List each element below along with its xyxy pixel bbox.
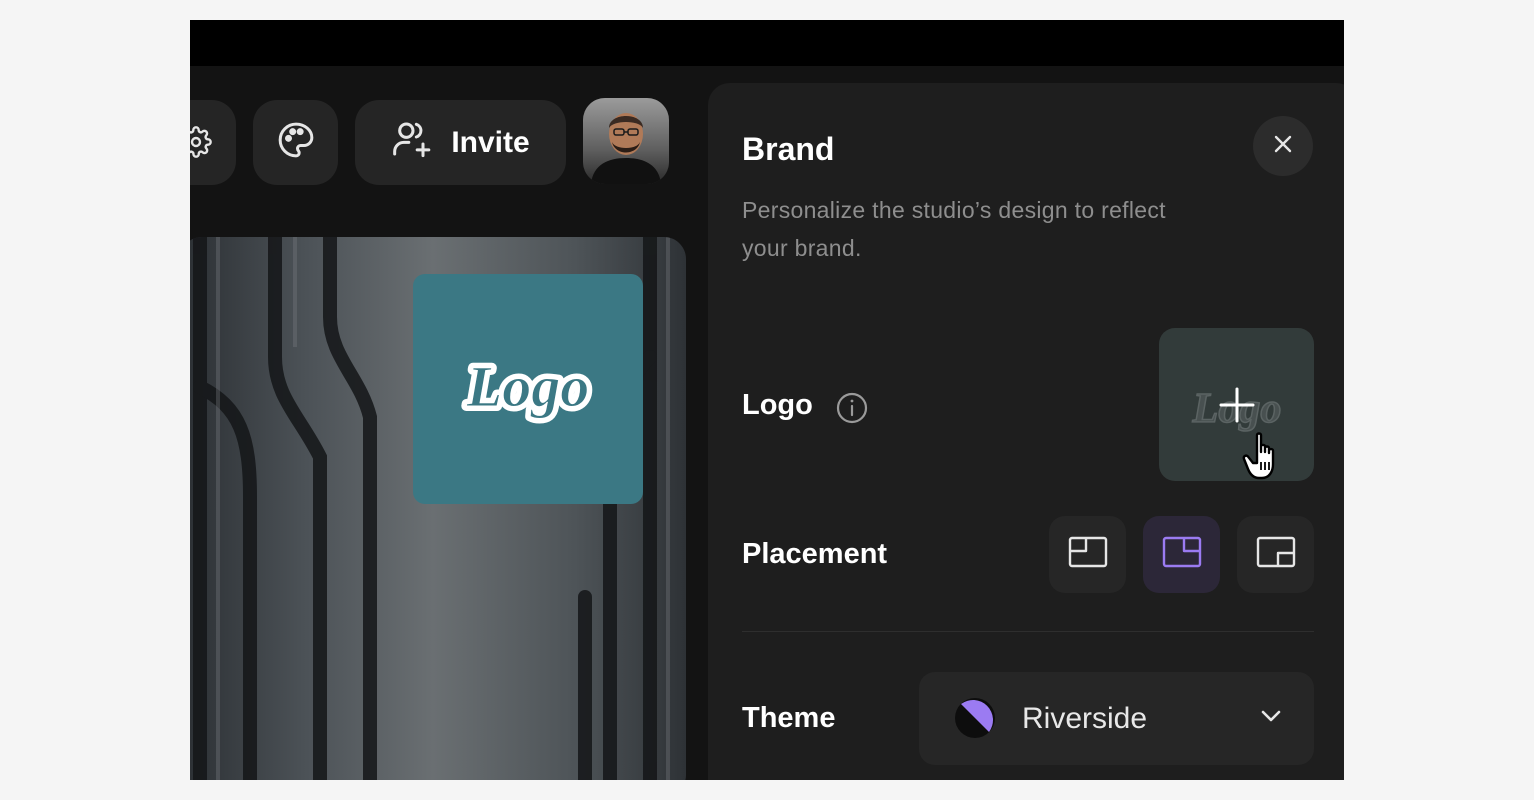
user-plus-icon: [391, 119, 435, 167]
palette-icon: [276, 120, 316, 165]
top-bar: [190, 20, 1344, 66]
brand-panel: Brand Personalize the studio’s design to…: [708, 83, 1344, 780]
layout-bottom-right-icon: [1256, 536, 1296, 573]
theme-swatch-icon: [954, 697, 996, 744]
theme-dropdown[interactable]: Riverside: [919, 672, 1314, 765]
avatar[interactable]: [583, 98, 669, 184]
chevron-down-icon: [1259, 708, 1283, 729]
studio-window: Invite Logo Logo Brand Personalize the s…: [190, 20, 1344, 780]
placement-top-right-button[interactable]: [1143, 516, 1220, 593]
divider: [742, 631, 1314, 632]
panel-title: Brand: [742, 131, 835, 167]
invite-button[interactable]: Invite: [355, 100, 566, 185]
close-button[interactable]: [1253, 116, 1313, 176]
info-icon[interactable]: [835, 391, 869, 430]
theme-value: Riverside: [1022, 702, 1148, 735]
layout-top-left-icon: [1068, 536, 1108, 573]
settings-button[interactable]: [190, 100, 236, 185]
invite-label: Invite: [451, 125, 530, 159]
logo-label: Logo: [742, 389, 813, 421]
gear-icon: [190, 126, 212, 163]
theme-label: Theme: [742, 702, 836, 734]
panel-description: Personalize the studio’s design to refle…: [742, 197, 1166, 261]
placement-top-left-button[interactable]: [1049, 516, 1126, 593]
preview-logo[interactable]: Logo Logo: [413, 274, 643, 504]
logo-upload-button[interactable]: Logo: [1159, 328, 1314, 481]
logo-graphic: Logo Logo: [461, 349, 594, 424]
placement-bottom-right-button[interactable]: [1237, 516, 1314, 593]
hand-cursor-icon: [1241, 430, 1289, 491]
close-icon: [1272, 133, 1294, 160]
placement-label: Placement: [742, 538, 888, 570]
layout-top-right-icon: [1162, 536, 1202, 573]
theme-palette-button[interactable]: [253, 100, 338, 185]
plus-icon: [1217, 385, 1257, 430]
svg-text:Logo: Logo: [466, 354, 589, 419]
